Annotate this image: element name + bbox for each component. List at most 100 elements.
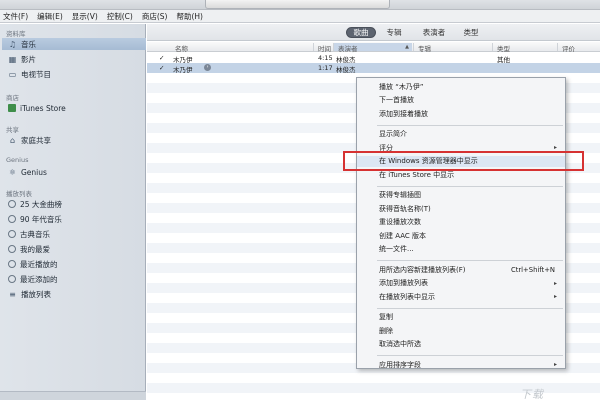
- sidebar-item-playlists-0[interactable]: 25 大金曲榜: [8, 198, 142, 210]
- menu-separator: [377, 307, 563, 309]
- submenu-arrow-icon: ▸: [553, 279, 557, 287]
- tab-3[interactable]: 类型: [459, 27, 483, 38]
- context-item-11[interactable]: 重设播放次数: [357, 217, 565, 228]
- sidebar-item-library-2[interactable]: ▭ 电视节目: [8, 68, 142, 80]
- playlist-icon: ≡: [9, 289, 16, 299]
- column-separator: [313, 43, 314, 51]
- menu-separator: [377, 260, 563, 261]
- sidebar-item-label: 播放列表: [21, 289, 51, 299]
- smart-playlist-gear-icon: [8, 200, 16, 208]
- context-item-15[interactable]: 用所选内容新建播放列表(F) Ctrl+Shift+N: [357, 264, 565, 275]
- menu-3[interactable]: 控制(C): [107, 11, 133, 22]
- sidebar-item-label: iTunes Store: [20, 103, 66, 113]
- column-header-album[interactable]: 专辑: [418, 43, 431, 53]
- sidebar-item-playlists-2[interactable]: 古典音乐: [8, 228, 142, 240]
- context-item-13[interactable]: 统一文件...: [357, 244, 565, 255]
- context-item-label: 取消选中所选: [379, 340, 421, 348]
- menu-1[interactable]: 编辑(E): [37, 11, 63, 22]
- context-item-21[interactable]: 取消选中所选: [357, 339, 565, 350]
- context-item-12[interactable]: 创建 AAC 版本: [357, 230, 565, 241]
- context-item-0[interactable]: 播放 “木乃伊”: [357, 81, 565, 92]
- context-item-16[interactable]: 添加到播放列表 ▸: [357, 278, 565, 289]
- store-icon: [8, 104, 16, 112]
- go-arrow-icon[interactable]: ›: [204, 64, 211, 71]
- menu-4[interactable]: 商店(S): [142, 11, 168, 22]
- context-item-label: 用所选内容新建播放列表(F): [379, 265, 466, 274]
- context-item-label: 获得专辑插图: [379, 191, 421, 199]
- menu-bar: 文件(F) 编辑(E) 显示(V) 控制(C) 商店(S) 帮助(H): [0, 10, 600, 23]
- sidebar-heading-store: 商店: [6, 94, 19, 102]
- shortcut-label: Ctrl+Shift+N: [510, 265, 555, 274]
- context-item-17[interactable]: 在播放列表中显示 ▸: [357, 291, 565, 302]
- smart-playlist-gear-icon: [8, 260, 16, 268]
- smart-playlist-gear-icon: [8, 230, 16, 238]
- smart-playlist-gear-icon: [8, 275, 16, 283]
- context-item-1[interactable]: 下一首播放: [357, 95, 565, 106]
- context-item-label: 添加到播放列表: [379, 279, 428, 287]
- tab-1[interactable]: 专辑: [383, 27, 405, 38]
- context-item-10[interactable]: 获得音轨名称(T): [357, 203, 565, 214]
- context-item-label: 统一文件...: [379, 245, 414, 253]
- menu-5[interactable]: 帮助(H): [176, 11, 203, 22]
- sidebar-item-playlists-3[interactable]: 我的最爱: [8, 243, 142, 255]
- context-item-label: 重设播放次数: [379, 218, 421, 226]
- column-separator: [492, 43, 493, 51]
- home-icon: ⌂: [9, 135, 16, 145]
- sidebar-item-shared-0[interactable]: ⌂ 家庭共享: [8, 134, 142, 146]
- smart-playlist-gear-icon: [8, 245, 16, 253]
- context-item-label: 显示简介: [379, 130, 407, 138]
- menu-separator: [377, 185, 563, 187]
- context-item-9[interactable]: 获得专辑插图: [357, 190, 565, 201]
- column-headers: 名称 时间 表演者 ▲ 专辑 类型 评价: [147, 42, 600, 53]
- sidebar-heading-playlists: 播放列表: [6, 190, 32, 198]
- sidebar-item-library-0[interactable]: ♫ 音乐: [2, 38, 146, 50]
- context-item-23[interactable]: 应用排序字段 ▸: [357, 359, 565, 370]
- cell-time: 1:17: [318, 64, 333, 72]
- sidebar-item-playlists-6[interactable]: ≡ 播放列表: [8, 288, 142, 300]
- cell-check: ✓: [159, 64, 165, 72]
- sidebar-item-label: 25 大金曲榜: [20, 199, 62, 209]
- smart-playlist-gear-icon: [8, 215, 16, 223]
- context-item-19[interactable]: 复制: [357, 312, 565, 323]
- cell-time: 4:15: [318, 54, 333, 62]
- sort-arrow-icon: ▲: [405, 44, 409, 50]
- view-tab-bar: 歌曲 专辑 表演者 类型: [147, 24, 600, 41]
- tab-0[interactable]: 歌曲: [346, 27, 376, 38]
- sidebar-item-playlists-5[interactable]: 最近添加的: [8, 273, 142, 285]
- column-header-genre[interactable]: 类型: [497, 43, 510, 53]
- song-row[interactable]: ✓ 木乃伊 1:17 林俊杰 ›: [147, 63, 600, 74]
- annotation-highlight-box: [343, 151, 584, 171]
- sidebar-item-playlists-1[interactable]: 90 年代音乐: [8, 213, 142, 225]
- sidebar-item-label: 我的最爱: [20, 244, 50, 254]
- column-header-artist[interactable]: 表演者 ▲: [334, 43, 412, 53]
- menu-0[interactable]: 文件(F): [3, 11, 28, 22]
- column-separator: [413, 43, 414, 51]
- sidebar-item-label: 古典音乐: [20, 229, 50, 239]
- sidebar-item-label: 家庭共享: [21, 135, 51, 145]
- empty-row: [147, 373, 600, 383]
- menu-2[interactable]: 显示(V): [72, 11, 98, 22]
- song-row[interactable]: ✓ 木乃伊 4:15 林俊杰 其他: [147, 53, 600, 64]
- sidebar-item-playlists-4[interactable]: 最近播放的: [8, 258, 142, 270]
- music-note-icon: ♫: [8, 39, 17, 49]
- context-item-label: 下一首播放: [379, 96, 414, 104]
- submenu-arrow-icon: ▸: [553, 144, 557, 151]
- context-item-4[interactable]: 显示简介: [357, 129, 565, 140]
- sidebar: 资料库 ♫ 音乐 ▦ 影片 ▭ 电视节目 商店 iTunes Store 共享 ⌂ 家庭共享 Geniu…: [0, 24, 146, 400]
- context-item-label: 复制: [379, 313, 393, 321]
- sidebar-item-label: 电视节目: [21, 69, 51, 79]
- context-item-2[interactable]: 添加到接着播放: [357, 108, 565, 119]
- tab-2[interactable]: 表演者: [417, 27, 451, 38]
- column-header-name[interactable]: 名称: [175, 43, 188, 53]
- sidebar-item-library-1[interactable]: ▦ 影片: [8, 53, 142, 65]
- title-bar: [0, 0, 600, 10]
- context-item-label: 获得音轨名称(T): [379, 204, 431, 213]
- context-item-20[interactable]: 删除: [357, 325, 565, 336]
- sidebar-item-label: 影片: [21, 54, 36, 64]
- sidebar-item-genius-0[interactable]: ⚛ Genius: [8, 166, 142, 178]
- sidebar-item-store-0[interactable]: iTunes Store: [8, 102, 142, 114]
- column-separator: [557, 43, 558, 51]
- column-header-time[interactable]: 时间: [318, 43, 331, 53]
- column-header-rating[interactable]: 评价: [562, 43, 575, 53]
- tv-icon: ▭: [8, 69, 17, 79]
